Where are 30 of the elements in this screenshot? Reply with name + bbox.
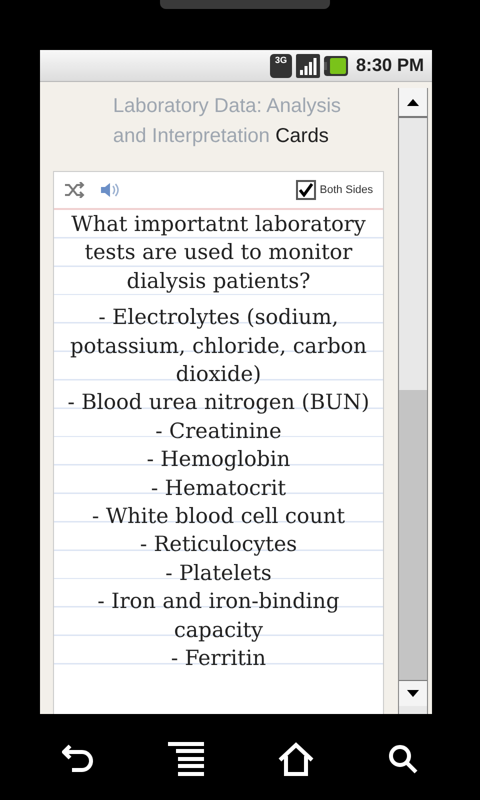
answer-line: - Electrolytes (sodium, potassium, chloride, carbon dioxide) <box>69 304 368 388</box>
card-question: What importatnt laboratory tests are used to monitor dialysis patients? <box>70 211 367 295</box>
battery-icon <box>324 56 348 76</box>
menu-icon[interactable] <box>168 742 204 776</box>
home-icon[interactable] <box>278 742 314 776</box>
signal-icon <box>296 54 320 78</box>
scroll-down-button[interactable] <box>399 680 427 706</box>
answer-line: - Creatinine <box>154 418 283 445</box>
answer-line: - Hemoglobin <box>146 446 292 474</box>
answer-line: - White blood cell count <box>91 503 346 530</box>
speaker-icon[interactable] <box>100 182 120 198</box>
deck-title: Laboratory Data: Analysis and Interpretation Cards <box>113 94 342 149</box>
search-icon[interactable] <box>388 744 418 774</box>
both-sides-checkbox[interactable] <box>296 180 316 200</box>
answer-line: - Hematocrit <box>150 474 287 502</box>
answer-line: - Blood urea nitrogen (BUN) <box>66 389 370 416</box>
shuffle-icon[interactable] <box>64 182 86 198</box>
scrollbar[interactable] <box>398 88 428 714</box>
down-arrow-icon <box>407 690 419 697</box>
status-time: 8:30 PM <box>356 54 424 77</box>
both-sides-label: Both Sides <box>320 182 373 198</box>
scroll-up-button[interactable] <box>399 88 427 118</box>
check-icon <box>298 183 313 197</box>
answer-line: - Ferritin <box>170 645 268 672</box>
answer-line: - Platelets <box>164 560 273 587</box>
network-icon: 3G <box>270 54 292 78</box>
scroll-thumb[interactable] <box>399 390 427 680</box>
up-arrow-icon <box>407 98 419 106</box>
answer-line: - Reticulocytes <box>138 531 298 558</box>
answer-line: - Iron and iron-binding capacity <box>96 588 340 644</box>
